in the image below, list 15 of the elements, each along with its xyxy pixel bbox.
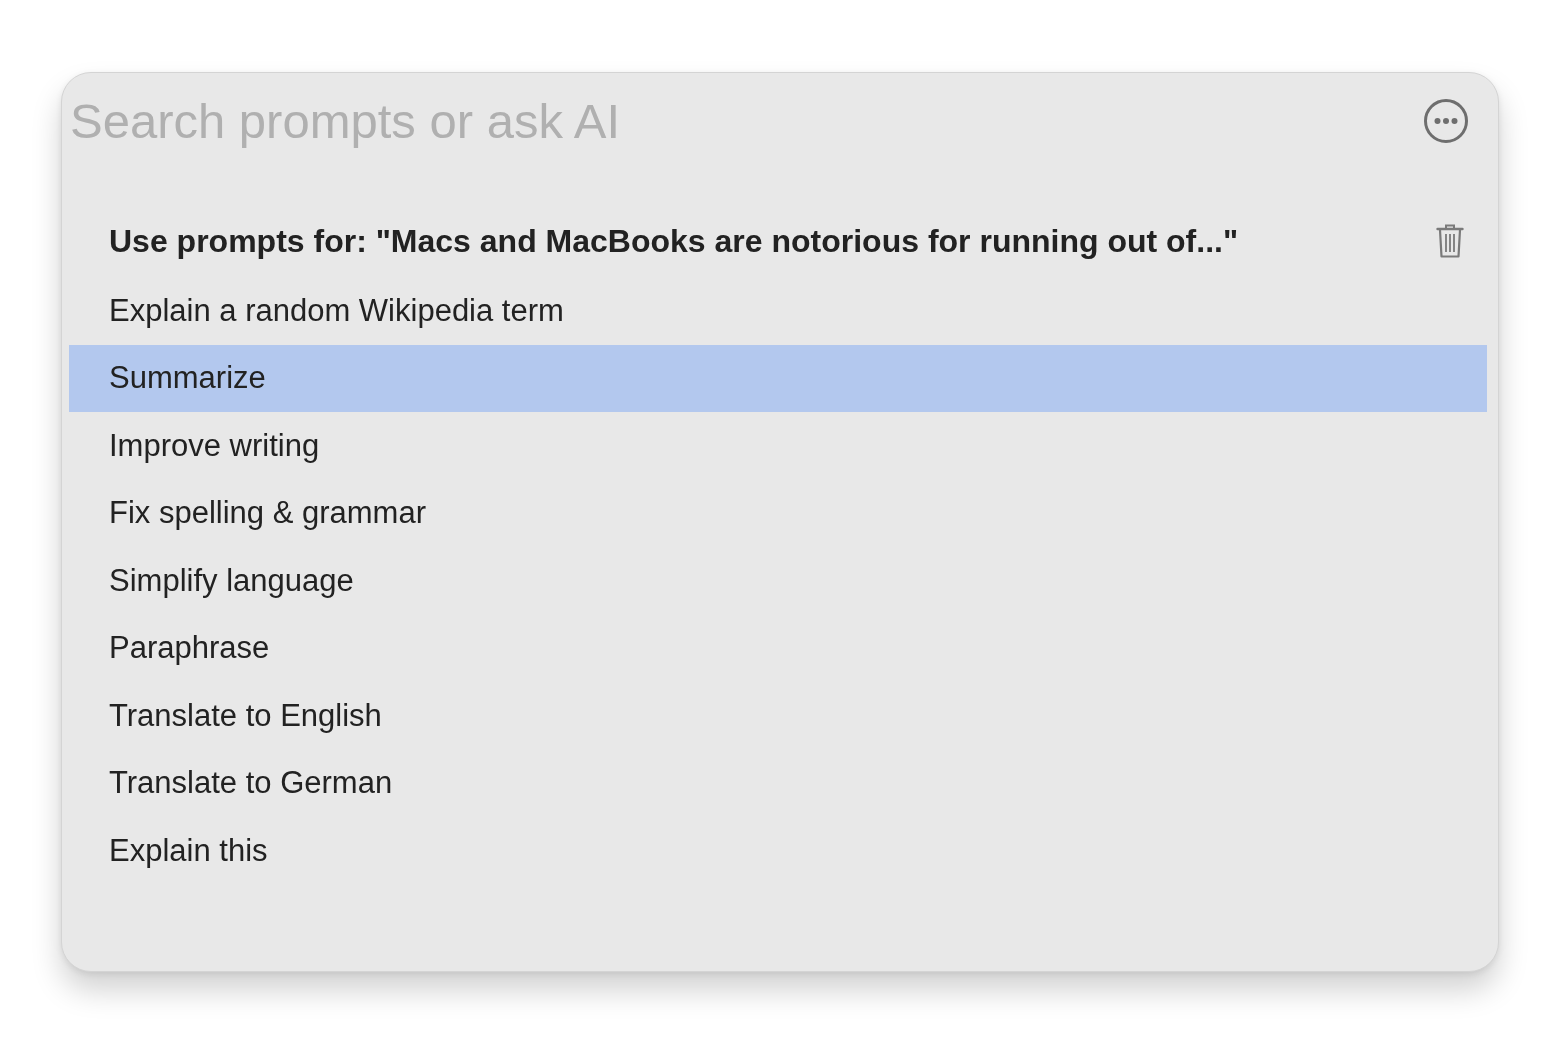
context-heading: Use prompts for: "Macs and MacBooks are notorious for running out of..." — [109, 222, 1239, 260]
more-icon — [1424, 99, 1468, 143]
prompt-item[interactable]: Improve writing — [69, 412, 1487, 480]
trash-icon — [1436, 223, 1464, 259]
prompt-item[interactable]: Summarize — [69, 344, 1487, 412]
search-field[interactable]: Search prompts or ask AI — [70, 89, 1424, 153]
prompt-item[interactable]: Explain a random Wikipedia term — [69, 277, 1487, 345]
delete-button[interactable] — [1436, 223, 1464, 259]
prompt-item[interactable]: Translate to English — [69, 682, 1487, 750]
prompt-item[interactable]: Translate to German — [69, 749, 1487, 817]
prompt-item[interactable]: Fix spelling & grammar — [69, 479, 1487, 547]
prompt-item[interactable]: Explain this — [69, 817, 1487, 885]
prompt-item[interactable]: Paraphrase — [69, 614, 1487, 682]
more-button[interactable] — [1424, 99, 1468, 143]
prompt-item[interactable]: Simplify language — [69, 547, 1487, 615]
